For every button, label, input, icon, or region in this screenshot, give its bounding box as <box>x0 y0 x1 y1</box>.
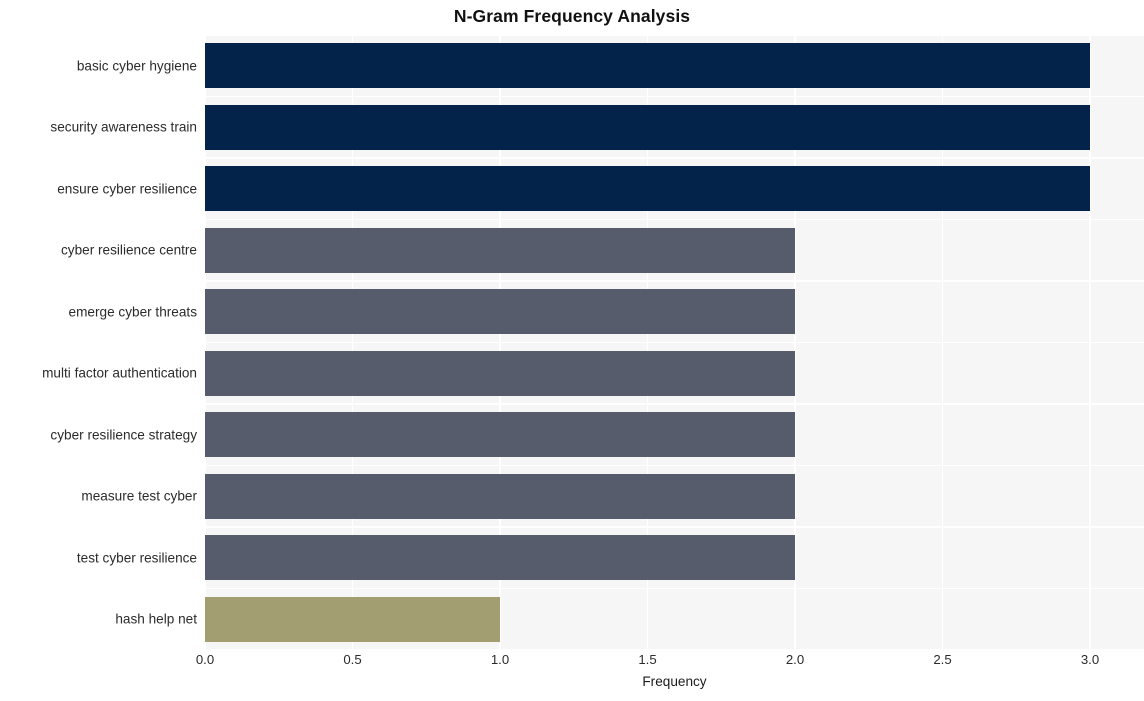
y-axis-tick-label: hash help net <box>115 611 197 627</box>
y-axis-tick-label: multi factor authentication <box>42 365 197 381</box>
horizontal-gridline <box>205 95 1144 98</box>
bar <box>205 289 795 335</box>
y-axis-tick-label: cyber resilience strategy <box>50 427 197 443</box>
horizontal-gridline <box>205 464 1144 467</box>
x-axis-tick-label: 0.0 <box>195 652 215 667</box>
y-axis-tick-label: security awareness train <box>50 119 197 135</box>
horizontal-gridline <box>205 526 1144 528</box>
horizontal-gridline <box>205 587 1144 590</box>
x-axis-tick-label: 1.0 <box>490 652 510 667</box>
x-axis-tick-labels: 0.0 0.5 1.0 1.5 2.0 2.5 3.0 <box>0 652 1144 676</box>
y-axis-tick-label: emerge cyber threats <box>68 304 197 320</box>
bar <box>205 104 1090 150</box>
x-axis-tick-label: 2.0 <box>785 652 805 667</box>
bar <box>205 535 795 581</box>
plot-area <box>205 35 1144 650</box>
horizontal-gridline <box>205 157 1144 159</box>
y-axis-tick-label: test cyber resilience <box>76 550 197 566</box>
bar <box>205 596 500 642</box>
x-axis-tick-label: 3.0 <box>1080 652 1100 667</box>
bar <box>205 227 795 273</box>
horizontal-gridline <box>205 403 1144 405</box>
x-axis-tick-label: 0.5 <box>343 652 362 667</box>
horizontal-gridline <box>205 649 1144 650</box>
bar <box>205 43 1090 89</box>
horizontal-gridline <box>205 341 1144 344</box>
horizontal-gridline <box>205 35 1144 36</box>
x-axis-title: Frequency <box>642 674 707 689</box>
bar <box>205 412 795 458</box>
y-axis-tick-label: measure test cyber <box>81 488 197 504</box>
y-axis-tick-label: basic cyber hygiene <box>76 58 197 74</box>
horizontal-gridline <box>205 280 1144 282</box>
bar <box>205 166 1090 212</box>
y-axis-tick-label: ensure cyber resilience <box>57 181 197 197</box>
x-axis-tick-label: 2.5 <box>933 652 952 667</box>
y-axis-tick-label: cyber resilience centre <box>61 242 197 258</box>
y-axis-tick-labels: basic cyber hygiene security awareness tr… <box>0 35 197 650</box>
horizontal-gridline <box>205 218 1144 221</box>
x-axis-tick-label: 1.5 <box>638 652 657 667</box>
chart-title: N-Gram Frequency Analysis <box>453 6 691 26</box>
bar <box>205 350 795 396</box>
chart-figure: N-Gram Frequency Analysis basic cyber hy… <box>0 0 1144 701</box>
bar <box>205 473 795 519</box>
